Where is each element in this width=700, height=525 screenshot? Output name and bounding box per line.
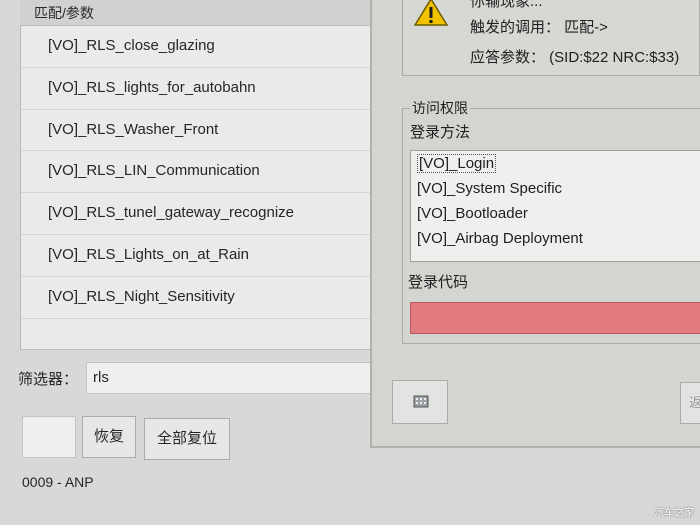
warning-icon	[414, 0, 448, 26]
list-item[interactable]: [VO]_RLS_close_glazing	[21, 26, 371, 68]
list-item[interactable]: [VO]_RLS_Lights_on_at_Rain	[21, 235, 371, 277]
list-item[interactable]: [VO]_RLS_LIN_Communication	[21, 151, 371, 194]
login-method-list[interactable]: [VO]_Login [VO]_System Specific [VO]_Boo…	[410, 150, 700, 262]
list-item[interactable]: [VO]_RLS_Washer_Front	[21, 110, 371, 152]
clipped-heading: 你输现象...	[470, 0, 543, 10]
list-item[interactable]: [VO]_RLS_tunel_gateway_recognize	[21, 193, 371, 235]
login-code-input[interactable]	[410, 302, 700, 334]
response-params-text: 应答参数： (SID:$22 NRC:$33)	[470, 49, 680, 66]
login-code-label: 登录代码	[408, 274, 469, 291]
status-text: 0009 - ANP	[22, 474, 94, 490]
login-method-label: 登录方法	[410, 124, 471, 141]
access-rights-title: 访问权限	[410, 98, 470, 118]
login-method-item[interactable]: [VO]_Login	[411, 151, 700, 176]
param-list[interactable]: [VO]_RLS_close_glazing [VO]_RLS_lights_f…	[20, 26, 372, 350]
list-item[interactable]: [VO]_RLS_Night_Sensitivity	[21, 277, 371, 319]
filter-input[interactable]: rls	[86, 362, 372, 394]
login-method-item[interactable]: [VO]_System Specific	[411, 176, 700, 201]
login-method-item[interactable]: [VO]_Bootloader	[411, 201, 700, 226]
keypad-icon	[413, 395, 429, 408]
filter-label: 筛选器：	[18, 371, 79, 388]
trigger-call-text: 触发的调用： 匹配->	[470, 19, 608, 36]
reset-all-button[interactable]: 全部复位	[144, 418, 230, 460]
keypad-button[interactable]	[392, 380, 448, 424]
back-button[interactable]: 返	[680, 382, 700, 424]
restore-button[interactable]: 恢复	[82, 416, 136, 458]
login-method-label-text: [VO]_Login	[417, 154, 497, 173]
blank-button[interactable]	[22, 416, 76, 458]
list-item[interactable]: [VO]_RLS_lights_for_autobahn	[21, 68, 371, 110]
match-params-header: 匹配/参数	[20, 0, 372, 26]
login-method-item[interactable]: [VO]_Airbag Deployment	[411, 226, 700, 251]
watermark: 汽车之家	[654, 508, 694, 519]
